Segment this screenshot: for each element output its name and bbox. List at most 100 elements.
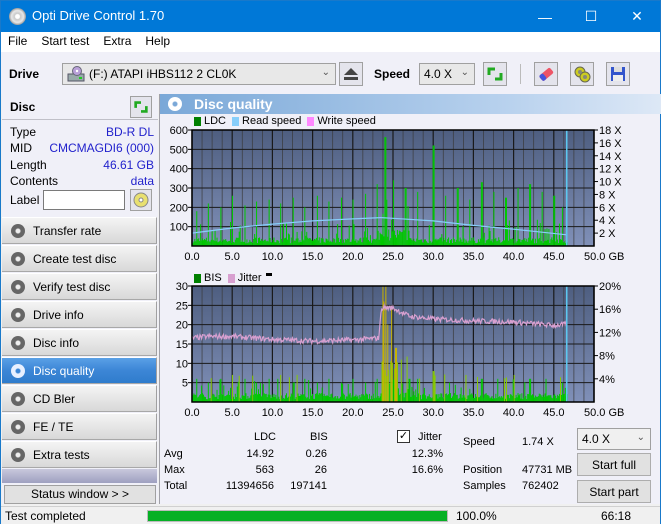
x-tick-label: 0.0 xyxy=(184,251,199,263)
bar xyxy=(290,393,292,402)
disc-refresh-button[interactable] xyxy=(130,96,152,118)
bar xyxy=(557,394,559,402)
y-tick-label: 600 xyxy=(170,125,188,137)
test-speed-select[interactable]: 4.0 X ⌄ xyxy=(577,428,651,450)
menu-help[interactable]: Help xyxy=(138,32,177,52)
bar xyxy=(471,393,473,402)
bar xyxy=(390,361,392,402)
bar xyxy=(443,237,445,246)
bar xyxy=(357,395,359,402)
maximize-button[interactable]: ☐ xyxy=(568,1,614,32)
close-button[interactable]: ✕ xyxy=(614,1,660,32)
settings-button[interactable] xyxy=(570,62,594,86)
bar xyxy=(346,238,348,246)
jitter-checkbox[interactable]: ✓ xyxy=(397,430,410,443)
bar xyxy=(512,379,514,402)
bar xyxy=(531,395,533,402)
status-window-button[interactable]: Status window > > xyxy=(4,485,156,504)
bar xyxy=(311,239,313,246)
disc-label-button[interactable] xyxy=(130,189,152,211)
save-button[interactable] xyxy=(606,62,630,86)
bar xyxy=(455,239,457,246)
bar xyxy=(340,197,342,246)
erase-button[interactable] xyxy=(534,62,558,86)
nav-disc-quality[interactable]: Disc quality xyxy=(2,357,157,384)
bar xyxy=(531,240,533,246)
bar xyxy=(216,389,218,402)
samples-value: 762402 xyxy=(522,480,559,492)
menu-start-test[interactable]: Start test xyxy=(34,32,96,52)
bar xyxy=(450,240,452,246)
refresh-button[interactable] xyxy=(483,62,507,86)
minimize-button[interactable]: — xyxy=(522,1,568,32)
bar xyxy=(491,395,493,402)
start-part-button[interactable]: Start part xyxy=(577,480,651,503)
bar xyxy=(388,369,390,402)
nav-create-test-disc[interactable]: Create test disc xyxy=(2,245,157,272)
start-full-button[interactable]: Start full xyxy=(577,453,651,476)
nav-fe-te[interactable]: FE / TE xyxy=(2,413,157,440)
bar xyxy=(234,393,236,402)
bar xyxy=(254,380,256,402)
y2-tick-label: 12% xyxy=(599,327,621,339)
bar xyxy=(525,395,527,402)
nav-disc-info[interactable]: Disc info xyxy=(2,329,157,356)
status-bar: Test completed 100.0% 66:18 xyxy=(1,506,660,524)
bar xyxy=(550,239,552,246)
bar xyxy=(387,236,389,246)
drive-label: Drive xyxy=(9,67,40,81)
bar xyxy=(362,395,364,402)
bar xyxy=(406,240,408,246)
nav-drive-info[interactable]: Drive info xyxy=(2,301,157,328)
bar xyxy=(389,240,391,246)
drive-select[interactable]: (F:) ATAPI iHBS112 2 CL0K ⌄ xyxy=(62,63,336,85)
bar xyxy=(262,384,264,402)
bar xyxy=(518,238,520,246)
bar xyxy=(313,238,315,246)
bar xyxy=(375,238,377,246)
bar xyxy=(402,230,404,246)
nav-cd-bler[interactable]: CD Bler xyxy=(2,385,157,412)
eject-button[interactable] xyxy=(339,62,363,86)
bar xyxy=(417,191,419,246)
bar xyxy=(454,384,456,402)
bar xyxy=(315,393,317,402)
bar xyxy=(376,378,378,402)
bar xyxy=(356,396,358,402)
disc-mid-value: CMCMAGDI6 (000) xyxy=(49,141,154,155)
nav-extra-tests[interactable]: Extra tests xyxy=(2,441,157,468)
bar xyxy=(504,240,506,246)
bar xyxy=(267,394,269,402)
bar xyxy=(390,238,392,246)
bar xyxy=(543,396,545,402)
bar xyxy=(213,394,215,402)
nav-transfer-rate[interactable]: Transfer rate xyxy=(2,217,157,244)
progress-text: 100.0% xyxy=(456,509,497,523)
bar xyxy=(554,195,556,246)
bar xyxy=(423,387,425,402)
x-tick-label: 50.0 GB xyxy=(584,251,624,263)
bar xyxy=(290,237,292,246)
x-tick-label: 15.0 xyxy=(302,407,323,419)
nav-verify-test-disc[interactable]: Verify test disc xyxy=(2,273,157,300)
bar xyxy=(561,382,563,402)
menu-file[interactable]: File xyxy=(1,32,34,52)
bar xyxy=(439,237,441,246)
bar xyxy=(423,239,425,246)
bar xyxy=(237,237,239,246)
bar xyxy=(480,378,482,402)
bar xyxy=(440,393,442,402)
bar xyxy=(449,382,451,402)
bar xyxy=(429,240,431,246)
bar xyxy=(407,206,409,246)
y2-tick-label: 8% xyxy=(599,351,615,363)
disc-label-input[interactable] xyxy=(43,190,125,210)
bar xyxy=(340,396,342,402)
bar xyxy=(363,394,365,402)
menu-extra[interactable]: Extra xyxy=(96,32,138,52)
bar xyxy=(302,239,304,246)
bar xyxy=(542,394,544,402)
y-tick-label: 400 xyxy=(170,164,188,176)
bar xyxy=(521,393,523,402)
speed-select[interactable]: 4.0 X ⌄ xyxy=(419,63,475,85)
